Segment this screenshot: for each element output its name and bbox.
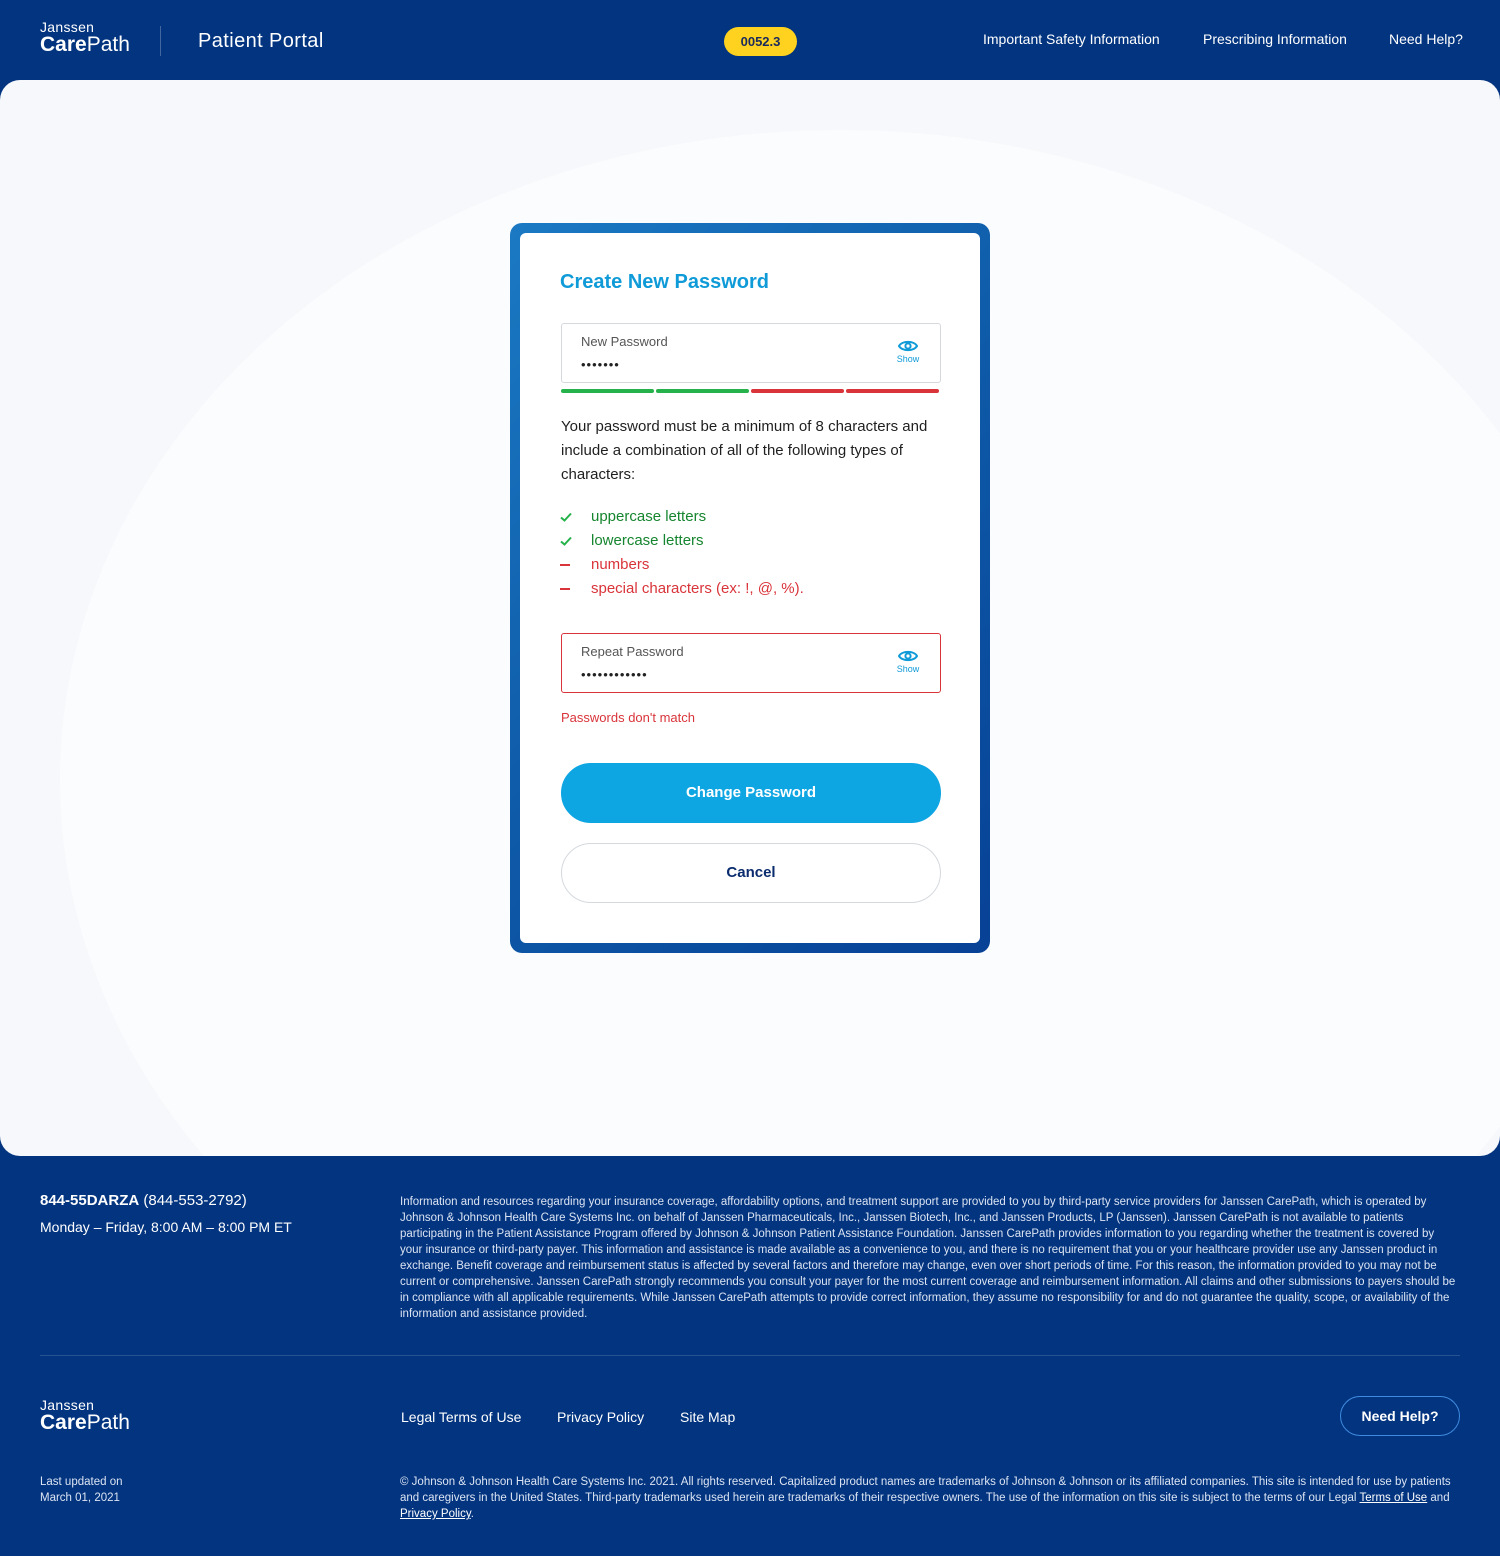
header-divider	[160, 26, 161, 56]
password-requirements-hint: Your password must be a minimum of 8 cha…	[561, 418, 928, 483]
password-strength-meter	[561, 389, 941, 393]
nav-important-safety-information[interactable]: Important Safety Information	[983, 30, 1160, 48]
carepath-logo[interactable]: Janssen CarePath	[40, 20, 130, 56]
password-card: Create New Password New Password Show Yo…	[520, 233, 980, 943]
repeat-password-field[interactable]: Repeat Password Show	[561, 633, 941, 693]
footer-link-site-map[interactable]: Site Map	[680, 1408, 735, 1426]
password-rule-text: lowercase letters	[591, 532, 704, 549]
dash-icon	[560, 564, 570, 566]
dash-icon	[560, 588, 570, 590]
password-rule-text: numbers	[591, 556, 650, 573]
last-updated-label: Last updated on	[40, 1476, 123, 1488]
password-rule-item: lowercase letters	[559, 529, 939, 553]
logo-carepath-text: CarePath	[40, 1411, 130, 1434]
password-rule-text: uppercase letters	[591, 508, 707, 525]
repeat-password-input[interactable]	[581, 664, 881, 684]
password-card-frame: Create New Password New Password Show Yo…	[510, 223, 990, 953]
version-badge: 0052.3	[724, 27, 797, 56]
footer-phone: 844-55DARZA (844-553-2792)	[40, 1192, 247, 1209]
footer-need-help-button[interactable]: Need Help?	[1340, 1396, 1460, 1436]
password-rule-item: uppercase letters	[559, 505, 939, 529]
nav-prescribing-information[interactable]: Prescribing Information	[1203, 30, 1347, 48]
top-header: Janssen CarePath Patient Portal 0052.3 I…	[0, 0, 1500, 80]
footer-hours: Monday – Friday, 8:00 AM – 8:00 PM ET	[40, 1219, 292, 1235]
show-label: Show	[896, 664, 920, 674]
footer-disclaimer: Information and resources regarding your…	[400, 1196, 1456, 1320]
password-rule-item: numbers	[559, 553, 939, 577]
new-password-field[interactable]: New Password Show	[561, 323, 941, 383]
page-title: Create New Password	[560, 271, 769, 293]
password-rules-list: uppercase letters lowercase letters number…	[559, 505, 939, 601]
logo-carepath-text: CarePath	[40, 33, 130, 56]
footer-divider	[40, 1355, 1460, 1356]
last-updated: Last updated on March 01, 2021	[40, 1474, 240, 1506]
show-label: Show	[896, 354, 920, 364]
password-mismatch-error: Passwords don't match	[561, 710, 695, 725]
footer-copyright: © Johnson & Johnson Health Care Systems …	[400, 1476, 1451, 1520]
new-password-show-toggle[interactable]: Show	[894, 339, 922, 364]
last-updated-date: March 01, 2021	[40, 1492, 120, 1504]
footer-carepath-logo[interactable]: Janssen CarePath	[40, 1398, 130, 1434]
logo-janssen-text: Janssen	[40, 1397, 95, 1413]
portal-title: Patient Portal	[198, 30, 324, 52]
check-icon	[560, 512, 572, 522]
copyright-link-terms[interactable]: Terms of Use	[1359, 1492, 1427, 1504]
main-panel: Create New Password New Password Show Yo…	[0, 80, 1500, 1156]
logo-janssen-text: Janssen	[40, 19, 95, 35]
copyright-link-privacy[interactable]: Privacy Policy	[400, 1508, 471, 1520]
repeat-password-label: Repeat Password	[581, 644, 684, 659]
password-rule-text: special characters (ex: !, @, %).	[591, 580, 804, 597]
strength-segment	[561, 389, 654, 393]
cancel-button[interactable]: Cancel	[561, 843, 941, 903]
new-password-label: New Password	[581, 334, 668, 349]
password-rule-item: special characters (ex: !, @, %).	[559, 577, 939, 601]
check-icon	[560, 536, 572, 546]
eye-icon	[898, 650, 918, 662]
repeat-password-show-toggle[interactable]: Show	[894, 649, 922, 674]
new-password-input[interactable]	[581, 354, 881, 374]
eye-icon	[898, 340, 918, 352]
strength-segment	[751, 389, 844, 393]
strength-segment	[846, 389, 939, 393]
nav-need-help[interactable]: Need Help?	[1389, 30, 1463, 48]
footer-link-privacy-policy[interactable]: Privacy Policy	[557, 1408, 644, 1426]
change-password-button[interactable]: Change Password	[561, 763, 941, 823]
footer-link-legal-terms[interactable]: Legal Terms of Use	[401, 1408, 521, 1426]
strength-segment	[656, 389, 749, 393]
